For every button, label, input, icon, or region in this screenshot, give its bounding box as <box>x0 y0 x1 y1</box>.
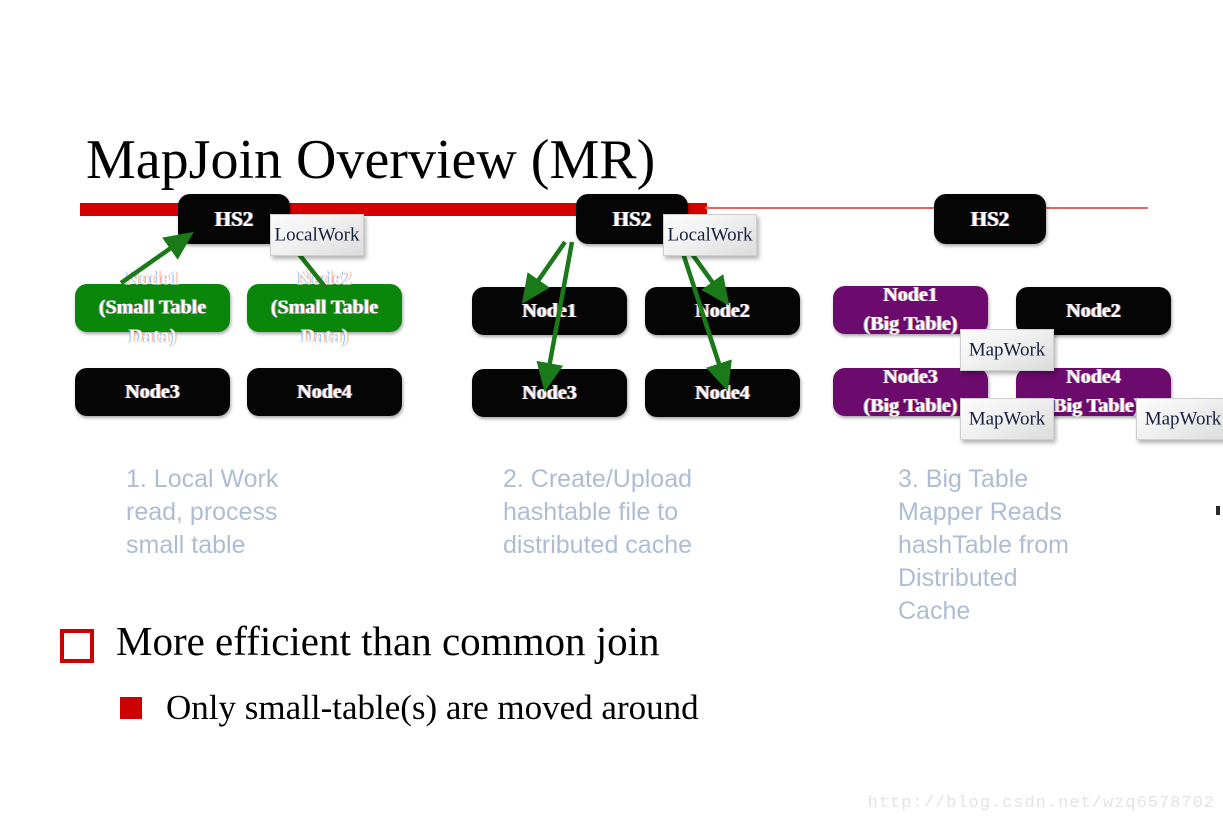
stage1-hs2-label: HS2 <box>214 207 254 231</box>
stage1-localwork-callout[interactable]: LocalWork <box>270 214 364 256</box>
stage2-node3-label: Node3 <box>522 382 577 404</box>
stage1-node2[interactable]: Node2 (Small Table Data) <box>247 268 402 348</box>
stage3-node2[interactable]: Node2 <box>1016 287 1171 335</box>
stage2-node2[interactable]: Node2 <box>645 287 800 335</box>
bullet-secondary-text: Only small-table(s) are moved around <box>166 688 699 727</box>
hollow-square-bullet-icon <box>60 629 94 663</box>
bullet-primary: More efficient than common join <box>60 615 660 667</box>
stage3-hs2-label: HS2 <box>970 207 1010 231</box>
stage2-node1-label: Node1 <box>522 300 577 322</box>
stage2-caption: 2. Create/Upload hashtable file to distr… <box>503 465 693 559</box>
stage2-node1[interactable]: Node1 <box>472 287 627 335</box>
stage3-mapwork-label-1: MapWork <box>968 339 1046 361</box>
stage1-node2-label: Node2 (Small Table Data) <box>270 267 379 348</box>
stage2-localwork-label: LocalWork <box>667 224 753 246</box>
watermark: http://blog.csdn.net/wzq6578702 <box>867 794 1215 813</box>
timeline-remainder-line <box>705 207 1148 209</box>
stage1-node1-label: Node1 (Small Table Data) <box>98 267 207 348</box>
stage3-mapwork-callout-1[interactable]: MapWork <box>960 329 1054 371</box>
stage2-hs2-label: HS2 <box>612 207 652 231</box>
slide-canvas: MapJoin Overview (MR) HS2 Node1 (Small T… <box>0 0 1223 823</box>
bullet-primary-text: More efficient than common join <box>116 618 660 664</box>
edge-artifact-mark <box>1216 506 1220 515</box>
stage2-node4[interactable]: Node4 <box>645 369 800 417</box>
stage3-caption: 3. Big Table Mapper Reads hashTable from… <box>898 465 1069 625</box>
stage3-hs2-node[interactable]: HS2 <box>934 194 1046 244</box>
stage1-node4[interactable]: Node4 <box>247 368 402 416</box>
stage2-node4-label: Node4 <box>695 382 750 404</box>
stage3-mapwork-callout-2[interactable]: MapWork <box>960 398 1054 440</box>
stage2-node3[interactable]: Node3 <box>472 369 627 417</box>
stage1-localwork-label: LocalWork <box>274 224 360 246</box>
stage3-node2-label: Node2 <box>1066 300 1121 322</box>
stage1-node3[interactable]: Node3 <box>75 368 230 416</box>
stage1-node4-label: Node4 <box>297 381 352 403</box>
stage2-node2-label: Node2 <box>695 300 750 322</box>
stage1-node1[interactable]: Node1 (Small Table Data) <box>75 268 230 348</box>
stage2-arrow-hs2-to-node1 <box>521 240 567 304</box>
solid-square-bullet-icon <box>120 697 142 719</box>
bullet-secondary: Only small-table(s) are moved around <box>120 685 699 731</box>
stage3-mapwork-callout-3[interactable]: MapWork <box>1136 398 1223 440</box>
stage3-mapwork-label-3: MapWork <box>1144 408 1222 430</box>
stage1-node3-label: Node3 <box>125 381 180 403</box>
page-title: MapJoin Overview (MR) <box>86 129 656 191</box>
stage3-mapwork-label-2: MapWork <box>968 408 1046 430</box>
stage3-node1[interactable]: Node1 (Big Table) <box>833 284 988 335</box>
stage1-caption: 1. Local Work read, process small table <box>126 465 279 559</box>
stage2-localwork-callout[interactable]: LocalWork <box>663 214 757 256</box>
